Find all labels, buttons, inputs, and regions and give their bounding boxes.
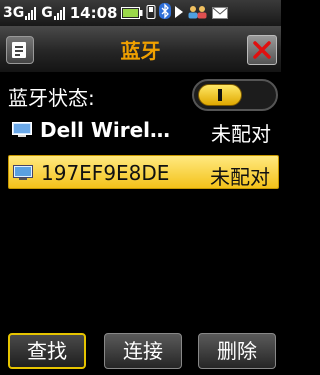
computer-icon (13, 165, 33, 185)
phone-icon (146, 4, 156, 23)
signal-strength-icon-2 (53, 6, 66, 20)
signal-strength-icon (25, 6, 37, 20)
network-type-g: G (41, 5, 53, 21)
computer-icon (12, 122, 32, 142)
delete-button[interactable]: 删除 (198, 333, 276, 369)
device-list-item-selected[interactable]: 197EF9E8DE 未配对 (8, 155, 279, 189)
bluetooth-icon (159, 3, 172, 23)
device-name: Dell Wirel… (40, 118, 171, 142)
clock: 14:08 (69, 4, 118, 22)
search-button[interactable]: 查找 (8, 333, 86, 369)
close-button[interactable] (247, 35, 277, 65)
device-list-item[interactable]: Dell Wirel… 未配对 (8, 115, 279, 146)
toggle-knob (198, 84, 242, 106)
contacts-icon (187, 4, 209, 23)
battery-icon (121, 4, 143, 23)
device-pair-state: 未配对 (211, 122, 271, 146)
device-pair-state: 未配对 (210, 165, 270, 189)
bluetooth-toggle[interactable] (192, 79, 278, 111)
page-title: 蓝牙 (120, 39, 161, 63)
mail-icon (212, 4, 229, 23)
close-icon (253, 41, 271, 59)
device-name: 197EF9E8DE (41, 161, 170, 185)
network-type-3g: 3G (3, 5, 25, 21)
title-bar: 蓝牙 (0, 26, 281, 72)
connect-button[interactable]: 连接 (104, 333, 182, 369)
play-icon (174, 4, 184, 23)
status-bar: 3G G 14:08 (0, 0, 281, 26)
bluetooth-status-label: 蓝牙状态: (8, 86, 95, 110)
